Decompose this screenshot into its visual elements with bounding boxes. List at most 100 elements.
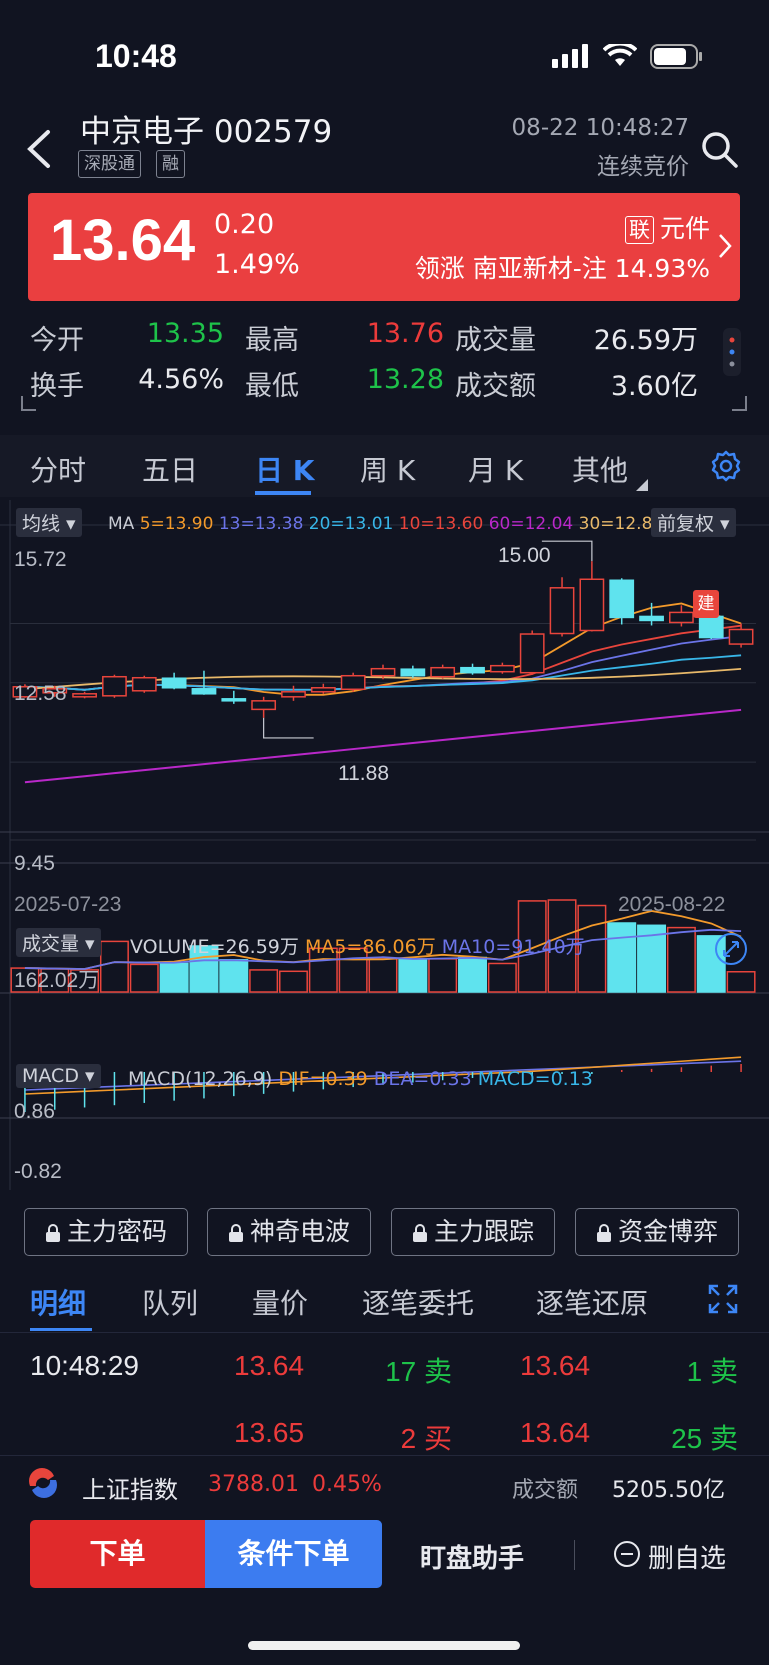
volume-bar <box>279 970 308 993</box>
fullscreen-icon[interactable] <box>708 1284 738 1314</box>
candle-body <box>489 664 515 673</box>
status-bar: 10:48 <box>0 0 769 110</box>
back-icon[interactable] <box>24 126 54 172</box>
candle-body <box>669 611 694 624</box>
magic-wave-button[interactable]: 神奇电波 <box>207 1208 371 1256</box>
lock-icon <box>412 1224 427 1242</box>
volume-bar <box>129 963 159 993</box>
signal-icon <box>552 44 588 68</box>
tab-other[interactable]: 其他 <box>572 449 628 489</box>
volume-bar <box>398 959 428 993</box>
trade-volume: 25 卖 <box>671 1423 738 1454</box>
stat-value: 13.35 <box>146 318 224 349</box>
status-time: 10:48 <box>95 38 177 74</box>
tab-intraday[interactable]: 分时 <box>30 449 86 489</box>
sector-link[interactable]: 联元件 <box>624 209 710 245</box>
conditional-order-button[interactable]: 条件下单 <box>205 1520 382 1588</box>
ma5-value: 5=13.90 <box>139 514 214 534</box>
ma-dropdown[interactable]: 均线 ▾ <box>16 508 82 537</box>
volume-bar <box>368 958 398 993</box>
y-axis-bottom: 9.45 <box>14 852 55 875</box>
tab-trade-replay[interactable]: 逐笔还原 <box>536 1282 648 1322</box>
stat-label: 成交量 <box>455 325 536 356</box>
candle-body <box>161 677 187 689</box>
watch-helper-button[interactable]: 盯盘助手 <box>420 1538 524 1575</box>
macd-dropdown[interactable]: MACD ▾ <box>16 1064 101 1088</box>
tag-sgt: 深股通 <box>78 150 141 178</box>
main-code-button[interactable]: 主力密码 <box>24 1208 188 1256</box>
candle-body <box>698 615 724 639</box>
macd-legend: MACD(12,26,9) DIF=0.39 DEA=0.33 MACD=0.1… <box>128 1068 593 1090</box>
trade-time: 10:48:29 <box>30 1350 139 1381</box>
macd-bottom: -0.82 <box>14 1160 62 1183</box>
index-ticker[interactable]: 上证指数 3788.01 0.45% 成交额 5205.50亿 <box>0 1455 769 1513</box>
settings-icon[interactable] <box>709 449 743 483</box>
trade-price: 13.65 <box>234 1417 305 1448</box>
remove-watchlist-button[interactable]: 删自选 <box>648 1538 726 1575</box>
chart-tabs: 分时 五日 日 K 周 K 月 K 其他 <box>0 435 769 497</box>
volume-bar <box>99 940 129 993</box>
date-end: 2025-08-22 <box>618 893 726 916</box>
divider <box>0 1332 769 1333</box>
candle-body <box>728 628 754 645</box>
wifi-icon <box>603 44 637 66</box>
fund-game-button[interactable]: 资金博弈 <box>575 1208 739 1256</box>
candle-body <box>519 633 545 674</box>
stat-value: 13.76 <box>366 318 444 349</box>
y-axis-mid: 12.58 <box>14 682 67 705</box>
price-change: 0.20 <box>214 209 275 240</box>
build-position-badge[interactable]: 建 <box>693 590 719 618</box>
candle-body <box>310 687 336 693</box>
more-icon[interactable] <box>723 328 741 376</box>
volume-dropdown[interactable]: 成交量 ▾ <box>16 928 101 957</box>
candle-body <box>370 667 396 677</box>
lock-icon <box>228 1224 243 1242</box>
candle-body <box>579 578 605 632</box>
tab-weekly-k[interactable]: 周 K <box>360 449 415 489</box>
trade-price: 13.64 <box>234 1350 305 1381</box>
volume-value: VOLUME=26.59万 <box>130 936 299 958</box>
main-track-button[interactable]: 主力跟踪 <box>391 1208 555 1256</box>
trade-volume: 2 买 <box>400 1423 452 1454</box>
active-tab-underline <box>255 491 311 495</box>
tab-queue[interactable]: 队列 <box>142 1282 198 1322</box>
stat-label: 成交额 <box>455 371 536 402</box>
price-change-pct: 1.49% <box>214 249 300 280</box>
candle-body <box>460 666 485 674</box>
stat-label: 换手 <box>30 371 84 402</box>
volume-bar <box>666 926 696 993</box>
volume-legend: VOLUME=26.59万 MA5=86.06万 MA10=91.40万 <box>130 932 585 959</box>
sector-leader: 领涨 南亚新材-注 14.93% <box>414 254 710 283</box>
expand-icon[interactable] <box>714 932 748 966</box>
volume-max: 162.02万 <box>14 969 100 992</box>
tab-daily-k[interactable]: 日 K <box>255 449 314 489</box>
volume-bar <box>607 922 637 993</box>
stat-value: 26.59万 <box>593 325 698 356</box>
active-detail-underline <box>30 1328 92 1331</box>
tag-margin: 融 <box>156 150 185 178</box>
detail-tabs: 明细 队列 量价 逐笔委托 逐笔还原 <box>0 1262 769 1332</box>
candle-body <box>400 668 426 677</box>
candle-body <box>191 688 217 695</box>
quote-panel[interactable]: 13.64 0.20 1.49% 联元件 领涨 南亚新材-注 14.93% <box>28 193 740 301</box>
tab-volume-price[interactable]: 量价 <box>252 1282 308 1322</box>
macd-top: 0.86 <box>14 1100 55 1123</box>
tab-5day[interactable]: 五日 <box>142 449 198 489</box>
search-icon[interactable] <box>700 130 740 170</box>
stat-value: 13.28 <box>366 364 444 395</box>
corner-icon <box>732 396 747 411</box>
macd-value: MACD=0.13 <box>477 1068 593 1090</box>
volume-bar <box>219 959 249 993</box>
stock-code: 002579 <box>213 114 333 150</box>
tab-detail[interactable]: 明细 <box>30 1282 86 1322</box>
candle-body <box>221 698 247 702</box>
volume-bar <box>159 962 189 993</box>
tab-monthly-k[interactable]: 月 K <box>468 449 523 489</box>
ma10-value: 10=13.60 <box>398 514 484 534</box>
order-button[interactable]: 下单 <box>30 1520 205 1588</box>
adjust-dropdown[interactable]: 前复权 ▾ <box>651 508 736 537</box>
trade-volume: 17 卖 <box>385 1356 452 1387</box>
macd-dif: DIF=0.39 <box>278 1068 368 1090</box>
ma-legend: MA 5=13.90 13=13.38 20=13.01 10=13.60 60… <box>108 514 663 534</box>
tab-order-by-order[interactable]: 逐笔委托 <box>362 1282 474 1322</box>
